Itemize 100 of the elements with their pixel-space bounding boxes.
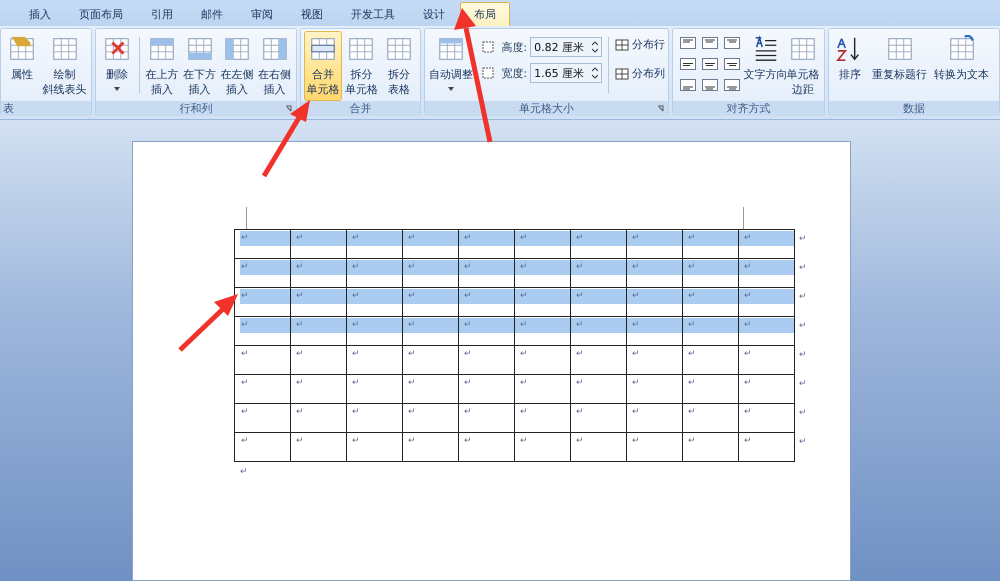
paragraph-mark: ↵ xyxy=(520,350,528,359)
group-label: 单元格大小 xyxy=(519,101,574,116)
align-icon[interactable] xyxy=(724,37,740,49)
paragraph-mark: ↵ xyxy=(464,321,472,330)
paragraph-mark: ↵ xyxy=(296,437,304,446)
field-label: 高度: xyxy=(501,40,528,54)
ribbon-button[interactable]: 在下方 插入 xyxy=(181,31,218,101)
paragraph-mark: ↵ xyxy=(632,292,640,301)
paragraph-mark: ↵ xyxy=(688,379,696,388)
paragraph-mark: ↵ xyxy=(352,350,360,359)
table-cell[interactable]: ↵ xyxy=(234,258,291,288)
ribbon-button[interactable]: 在上方 插入 xyxy=(144,31,180,101)
align-icon[interactable] xyxy=(680,79,696,91)
ribbon-button[interactable]: 单元格 边距 xyxy=(785,31,821,101)
ribbon-button[interactable]: 删除 xyxy=(99,31,135,101)
ribbon-tab[interactable]: 引用 xyxy=(138,2,186,26)
annotation-arrow xyxy=(178,294,238,352)
ribbon-tab[interactable]: 邮件 xyxy=(188,2,236,26)
ribbon-tab[interactable]: 页面布局 xyxy=(66,2,136,26)
paragraph-mark: ↵ xyxy=(799,408,807,418)
ribbon-button[interactable]: 转换为文本 xyxy=(931,31,992,101)
paragraph-mark: ↵ xyxy=(520,437,528,446)
align-icon[interactable] xyxy=(680,58,696,70)
ribbon-button[interactable]: 重复标题行 xyxy=(869,31,930,101)
ribbon-button[interactable]: 自动调整 xyxy=(428,31,474,101)
ribbon-button[interactable]: 属性 xyxy=(4,31,40,101)
paragraph-mark: ↵ xyxy=(408,408,416,417)
paragraph-mark: ↵ xyxy=(688,321,696,330)
paragraph-mark: ↵ xyxy=(576,437,584,446)
paragraph-mark: ↵ xyxy=(464,263,472,272)
paragraph-mark: ↵ xyxy=(408,234,416,243)
paragraph-mark: ↵ xyxy=(688,408,696,417)
group-label: 表 xyxy=(3,101,14,116)
ribbon-button[interactable]: 绘制 斜线表头 xyxy=(41,31,88,101)
paragraph-mark: ↵ xyxy=(632,350,640,359)
paragraph-mark: ↵ xyxy=(296,379,304,388)
ribbon-button[interactable]: 在右侧 插入 xyxy=(256,31,293,101)
paragraph-mark: ↵ xyxy=(408,263,416,272)
paragraph-mark: ↵ xyxy=(241,234,249,243)
table-cell[interactable]: ↵ xyxy=(738,229,795,259)
align-icon[interactable] xyxy=(702,58,718,70)
paragraph-mark: ↵ xyxy=(241,408,249,417)
paragraph-mark: ↵ xyxy=(408,321,416,330)
table-cell[interactable]: ↵ xyxy=(234,316,291,346)
table-cell[interactable]: ↵ xyxy=(234,432,291,462)
paragraph-mark: ↵ xyxy=(464,408,472,417)
ribbon-button[interactable]: 分布行 xyxy=(615,37,665,52)
paragraph-mark: ↵ xyxy=(744,437,752,446)
paragraph-mark: ↵ xyxy=(520,263,528,272)
dialog-launcher-icon[interactable] xyxy=(657,105,665,113)
dialog-launcher-icon[interactable] xyxy=(285,105,293,113)
ribbon-button[interactable]: 拆分 单元格 xyxy=(342,31,380,101)
table-cell[interactable]: ↵ xyxy=(738,316,795,346)
group-label: 合并 xyxy=(350,101,372,116)
ribbon-tab[interactable]: 开发工具 xyxy=(338,2,408,26)
paragraph-mark: ↵ xyxy=(632,263,640,272)
paragraph-mark: ↵ xyxy=(744,263,752,272)
ribbon-button[interactable]: 在左侧 插入 xyxy=(218,31,256,101)
ribbon-button[interactable]: 分布列 xyxy=(615,66,665,81)
paragraph-mark: ↵ xyxy=(296,321,304,330)
align-icon[interactable] xyxy=(702,79,718,91)
group-label: 行和列 xyxy=(180,101,212,116)
paragraph-mark: ↵ xyxy=(632,379,640,388)
paragraph-mark: ↵ xyxy=(241,379,249,388)
ribbon-tab[interactable]: 审阅 xyxy=(238,2,286,26)
paragraph-mark: ↵ xyxy=(464,234,472,243)
paragraph-mark: ↵ xyxy=(799,234,807,244)
table-cell[interactable]: ↵ xyxy=(234,287,291,317)
align-icon[interactable] xyxy=(680,37,696,49)
align-icon[interactable] xyxy=(724,79,740,91)
paragraph-mark: ↵ xyxy=(632,437,640,446)
align-icon[interactable] xyxy=(702,37,718,49)
paragraph-mark: ↵ xyxy=(632,321,640,330)
paragraph-mark: ↵ xyxy=(464,379,472,388)
ribbon-button[interactable]: 排序 xyxy=(832,31,868,101)
ribbon-tab[interactable]: 插入 xyxy=(16,2,64,26)
ribbon-button[interactable]: 拆分 表格 xyxy=(381,31,417,101)
table-cell[interactable]: ↵ xyxy=(738,258,795,288)
paragraph-mark: ↵ xyxy=(576,234,584,243)
paragraph-mark: ↵ xyxy=(688,263,696,272)
paragraph-mark: ↵ xyxy=(241,437,249,446)
paragraph-mark: ↵ xyxy=(520,292,528,301)
ribbon-tab[interactable]: 视图 xyxy=(288,2,336,26)
spin-field[interactable]: 0.82 厘米 xyxy=(530,37,602,57)
paragraph-mark: ↵ xyxy=(464,292,472,301)
ribbon-button[interactable]: 合并 单元格 xyxy=(304,31,342,101)
align-icon[interactable] xyxy=(724,58,740,70)
ribbon-tab[interactable]: 设计 xyxy=(410,2,458,26)
paragraph-mark: ↵ xyxy=(576,292,584,301)
paragraph-mark: ↵ xyxy=(520,234,528,243)
paragraph-mark: ↵ xyxy=(576,350,584,359)
group-label: 对齐方式 xyxy=(726,101,770,116)
spin-field[interactable]: 1.65 厘米 xyxy=(530,63,602,83)
paragraph-mark: ↵ xyxy=(744,292,752,301)
table-cell[interactable]: ↵ xyxy=(738,432,795,462)
paragraph-mark: ↵ xyxy=(799,263,807,273)
paragraph-mark: ↵ xyxy=(241,321,249,330)
table-cell[interactable]: ↵ xyxy=(738,287,795,317)
paragraph-mark: ↵ xyxy=(352,292,360,301)
table-cell[interactable]: ↵ xyxy=(234,229,291,259)
